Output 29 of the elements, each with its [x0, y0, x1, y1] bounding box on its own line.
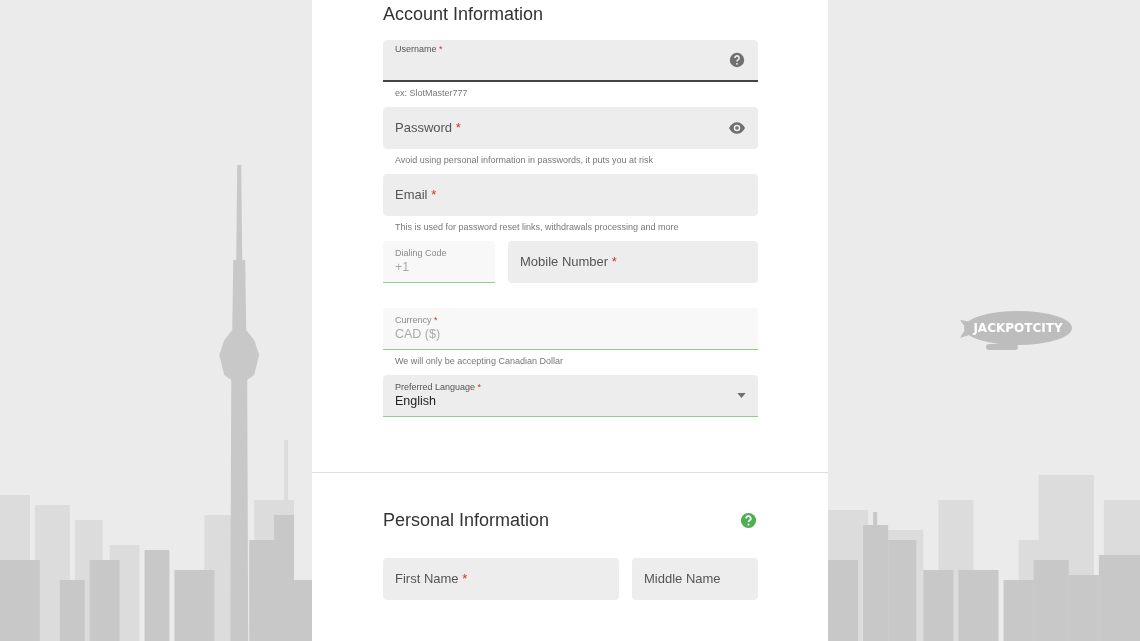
- input-field[interactable]: Username *: [383, 40, 758, 82]
- input-field[interactable]: Email *: [383, 174, 758, 216]
- field-label: Preferred Language *: [395, 381, 483, 392]
- caret-icon[interactable]: [737, 393, 746, 398]
- input-field[interactable]: Middle Name: [632, 558, 758, 600]
- input-field[interactable]: Password *: [383, 107, 758, 149]
- field-label: Password *: [395, 120, 462, 135]
- field-value: CAD ($): [395, 326, 442, 341]
- help-icon[interactable]: [728, 51, 746, 69]
- field-label: Mobile Number *: [520, 254, 618, 269]
- field-label: Email *: [395, 187, 438, 202]
- field-label: Username *: [395, 44, 444, 54]
- field-label: Middle Name: [644, 571, 722, 586]
- hint-text: We will only be accepting Canadian Dollar: [394, 355, 564, 368]
- section-title: Account Information: [383, 3, 544, 25]
- field-label: First Name *: [395, 571, 469, 586]
- field-value: +1: [395, 259, 411, 274]
- field-value: English: [395, 393, 437, 408]
- language-select[interactable]: Preferred Language * English: [383, 375, 758, 417]
- hint-text: This is used for password reset links, withdrawals processing and more: [394, 221, 680, 234]
- help-icon[interactable]: [739, 510, 758, 530]
- input-field[interactable]: First Name *: [383, 558, 619, 600]
- field-label: Currency *: [395, 314, 439, 325]
- field-label: Dialing Code: [395, 247, 448, 258]
- blimp-logo-text: JACKPOTCITY: [973, 321, 1063, 335]
- hint-text: ex: SlotMaster777: [394, 87, 469, 100]
- hint-text: Avoid using personal information in passwords, it puts you at risk: [394, 154, 654, 167]
- input-field[interactable]: Mobile Number *: [508, 241, 758, 283]
- section-title: Personal Information: [383, 509, 550, 531]
